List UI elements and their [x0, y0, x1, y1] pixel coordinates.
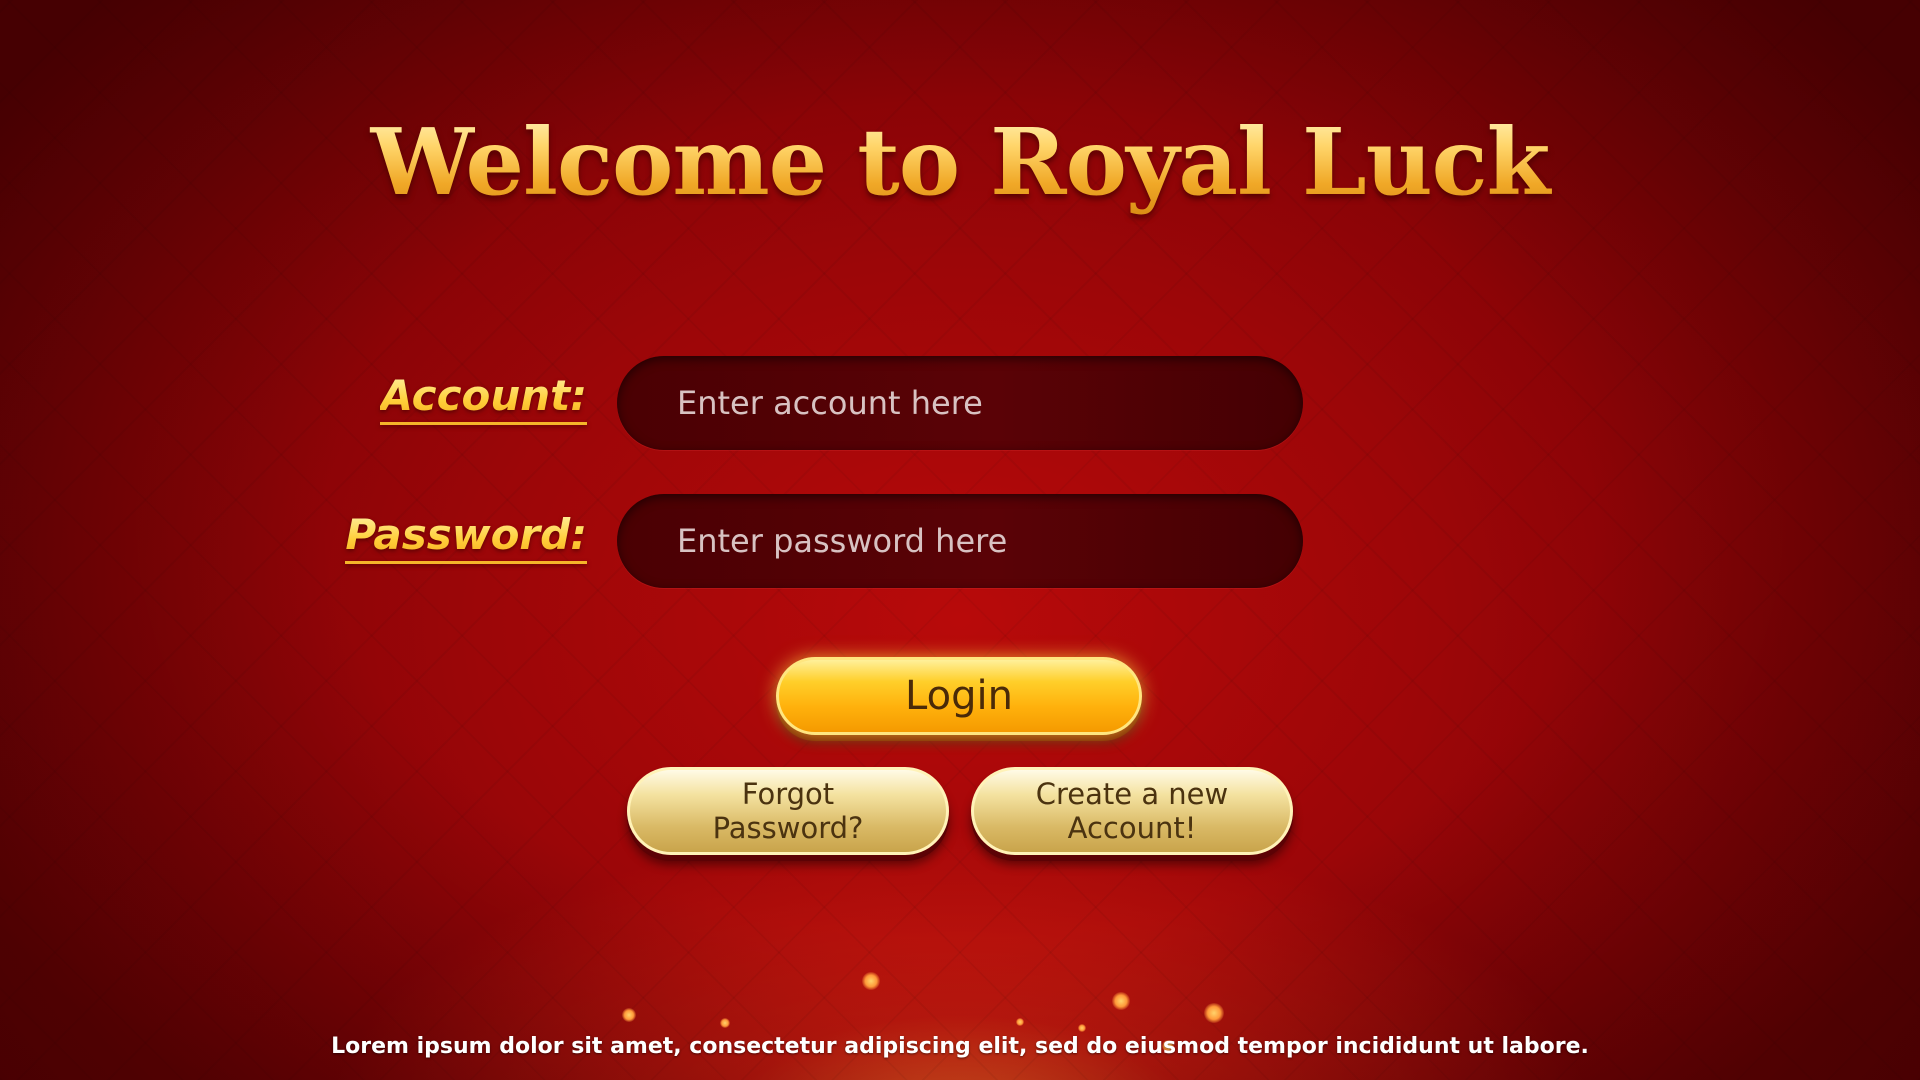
- sparkle-decoration: [622, 1008, 636, 1022]
- forgot-password-button[interactable]: Forgot Password?: [627, 767, 949, 855]
- page-title: Welcome to Royal Luck: [0, 108, 1920, 216]
- sparkle-decoration: [1112, 992, 1130, 1010]
- password-label: Password:: [345, 512, 587, 565]
- sparkle-decoration: [1204, 1003, 1224, 1023]
- login-button[interactable]: Login: [776, 657, 1142, 735]
- sparkle-decoration: [1016, 1018, 1024, 1026]
- forgot-password-label-line1: Forgot: [741, 777, 835, 811]
- sparkle-decoration: [1078, 1024, 1086, 1032]
- account-label: Account:: [380, 373, 587, 426]
- password-input[interactable]: [617, 494, 1303, 588]
- account-input[interactable]: [617, 356, 1303, 450]
- create-account-button[interactable]: Create a new Account!: [971, 767, 1293, 855]
- sparkle-decoration: [862, 972, 880, 990]
- create-account-label-line2: Account!: [1067, 811, 1197, 845]
- create-account-label-line1: Create a new: [1035, 777, 1229, 811]
- sparkle-decoration: [720, 1018, 730, 1028]
- footer-text: Lorem ipsum dolor sit amet, consectetur …: [331, 1034, 1589, 1059]
- forgot-password-label-line2: Password?: [712, 811, 864, 845]
